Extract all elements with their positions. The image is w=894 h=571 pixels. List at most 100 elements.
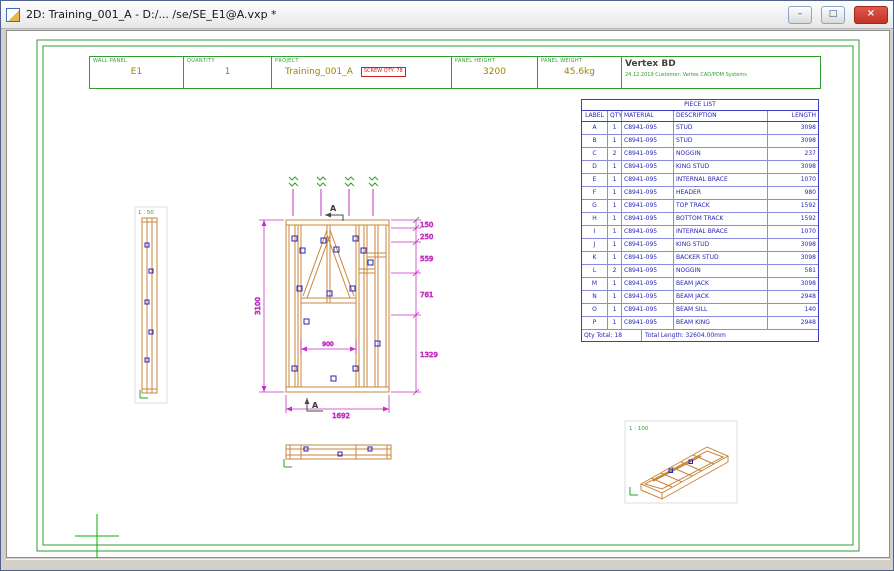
total-length: Total Length: 32604.00mm <box>642 330 818 341</box>
cell-qty: 1 <box>608 291 622 303</box>
cell-length: 3098 <box>768 252 818 264</box>
cell-qty: 1 <box>608 187 622 199</box>
cell-length: 2948 <box>768 317 818 329</box>
cell-length: 3098 <box>768 135 818 147</box>
cell-label: H <box>582 213 608 225</box>
cell-qty: 1 <box>608 304 622 316</box>
field-value: 45.6kg <box>541 67 618 77</box>
title-block: WALL PANEL E1 QUANTITY 1 PROJECT Trainin… <box>89 56 821 89</box>
cell-length: 581 <box>768 265 818 277</box>
cell-description: BEAM KING <box>674 317 768 329</box>
col-label: LABEL <box>582 111 608 121</box>
cell-description: TOP TRACK <box>674 200 768 212</box>
cell-material: C8941-095 <box>622 304 674 316</box>
piece-list-table: PIECE LIST LABEL QTY MATERIAL DESCRIPTIO… <box>581 99 819 342</box>
field-quantity: QUANTITY 1 <box>184 57 272 88</box>
minimize-button[interactable]: – <box>788 6 812 24</box>
cell-material: C8941-095 <box>622 135 674 147</box>
brand-info: 24.12.2019 Customer: Vertex CAD/PDM Syst… <box>625 72 817 78</box>
table-row: I 1 C8941-095 INTERNAL BRACE 1070 <box>582 226 818 239</box>
cell-description: HEADER <box>674 187 768 199</box>
table-row: B 1 C8941-095 STUD 3098 <box>582 135 818 148</box>
cell-qty: 1 <box>608 161 622 173</box>
field-label: PROJECT <box>275 58 448 64</box>
cell-length: 1592 <box>768 213 818 225</box>
cell-qty: 1 <box>608 135 622 147</box>
field-panel-weight: PANEL WEIGHT 45.6kg <box>538 57 622 88</box>
cell-material: C8941-095 <box>622 187 674 199</box>
cell-length: 140 <box>768 304 818 316</box>
table-row: L 2 C8941-095 NOGGIN 581 <box>582 265 818 278</box>
piece-list-title: PIECE LIST <box>582 100 818 111</box>
cell-label: B <box>582 135 608 147</box>
col-material: MATERIAL <box>622 111 674 121</box>
cell-description: BACKER STUD <box>674 252 768 264</box>
field-label: WALL PANEL <box>93 58 180 64</box>
cell-label: O <box>582 304 608 316</box>
col-description: DESCRIPTION <box>674 111 768 121</box>
table-row: K 1 C8941-095 BACKER STUD 3098 <box>582 252 818 265</box>
cell-material: C8941-095 <box>622 291 674 303</box>
cell-length: 3098 <box>768 122 818 134</box>
cell-material: C8941-095 <box>622 174 674 186</box>
piece-list-footer: Qty Total: 18 Total Length: 32604.00mm <box>582 330 818 341</box>
cell-label: I <box>582 226 608 238</box>
cell-label: C <box>582 148 608 160</box>
cell-description: KING STUD <box>674 161 768 173</box>
cell-length: 3098 <box>768 239 818 251</box>
field-value: 3200 <box>455 67 534 77</box>
table-row: G 1 C8941-095 TOP TRACK 1592 <box>582 200 818 213</box>
qty-total: Qty Total: 18 <box>582 330 642 341</box>
cell-qty: 2 <box>608 265 622 277</box>
cell-label: N <box>582 291 608 303</box>
cell-length: 2948 <box>768 291 818 303</box>
piece-list-header: LABEL QTY MATERIAL DESCRIPTION LENGTH <box>582 111 818 122</box>
cell-description: BEAM JACK <box>674 278 768 290</box>
cell-material: C8941-095 <box>622 252 674 264</box>
piece-list-body: A 1 C8941-095 STUD 3098 B 1 C8941-095 ST… <box>582 122 818 330</box>
cell-length: 1592 <box>768 200 818 212</box>
cell-description: BEAM SILL <box>674 304 768 316</box>
field-label: PANEL WEIGHT <box>541 58 618 64</box>
cell-qty: 2 <box>608 148 622 160</box>
cell-label: K <box>582 252 608 264</box>
cell-material: C8941-095 <box>622 317 674 329</box>
table-row: J 1 C8941-095 KING STUD 3098 <box>582 239 818 252</box>
screw-qty-badge: SCREW QTY: 78 <box>361 67 406 77</box>
close-button[interactable]: × <box>854 6 888 24</box>
col-qty: QTY <box>608 111 622 121</box>
cell-label: P <box>582 317 608 329</box>
table-row: H 1 C8941-095 BOTTOM TRACK 1592 <box>582 213 818 226</box>
cell-qty: 1 <box>608 213 622 225</box>
cell-description: BOTTOM TRACK <box>674 213 768 225</box>
field-label: PANEL HEIGHT <box>455 58 534 64</box>
table-row: M 1 C8941-095 BEAM JACK 3098 <box>582 278 818 291</box>
cell-material: C8941-095 <box>622 148 674 160</box>
cell-description: INTERNAL BRACE <box>674 174 768 186</box>
maximize-button[interactable]: □ <box>821 6 845 24</box>
cell-label: G <box>582 200 608 212</box>
cell-length: 237 <box>768 148 818 160</box>
cell-label: F <box>582 187 608 199</box>
cell-qty: 1 <box>608 239 622 251</box>
brand-section: Vertex BD 24.12.2019 Customer: Vertex CA… <box>622 57 820 88</box>
status-bar <box>6 559 890 569</box>
application-window: 2D: Training_001_A - D:/... /se/SE_E1@A.… <box>0 0 894 571</box>
project-name: Training_001_A <box>285 67 353 77</box>
field-label: QUANTITY <box>187 58 268 64</box>
cell-material: C8941-095 <box>622 239 674 251</box>
cell-qty: 1 <box>608 278 622 290</box>
cell-description: STUD <box>674 135 768 147</box>
field-value: 1 <box>187 67 268 77</box>
table-row: F 1 C8941-095 HEADER 980 <box>582 187 818 200</box>
cell-label: E <box>582 174 608 186</box>
titlebar[interactable]: 2D: Training_001_A - D:/... /se/SE_E1@A.… <box>1 1 893 29</box>
cell-qty: 1 <box>608 122 622 134</box>
app-icon <box>6 8 20 22</box>
cell-description: INTERNAL BRACE <box>674 226 768 238</box>
table-row: P 1 C8941-095 BEAM KING 2948 <box>582 317 818 330</box>
cell-qty: 1 <box>608 317 622 329</box>
cell-length: 1070 <box>768 174 818 186</box>
cell-length: 3098 <box>768 278 818 290</box>
cell-material: C8941-095 <box>622 265 674 277</box>
